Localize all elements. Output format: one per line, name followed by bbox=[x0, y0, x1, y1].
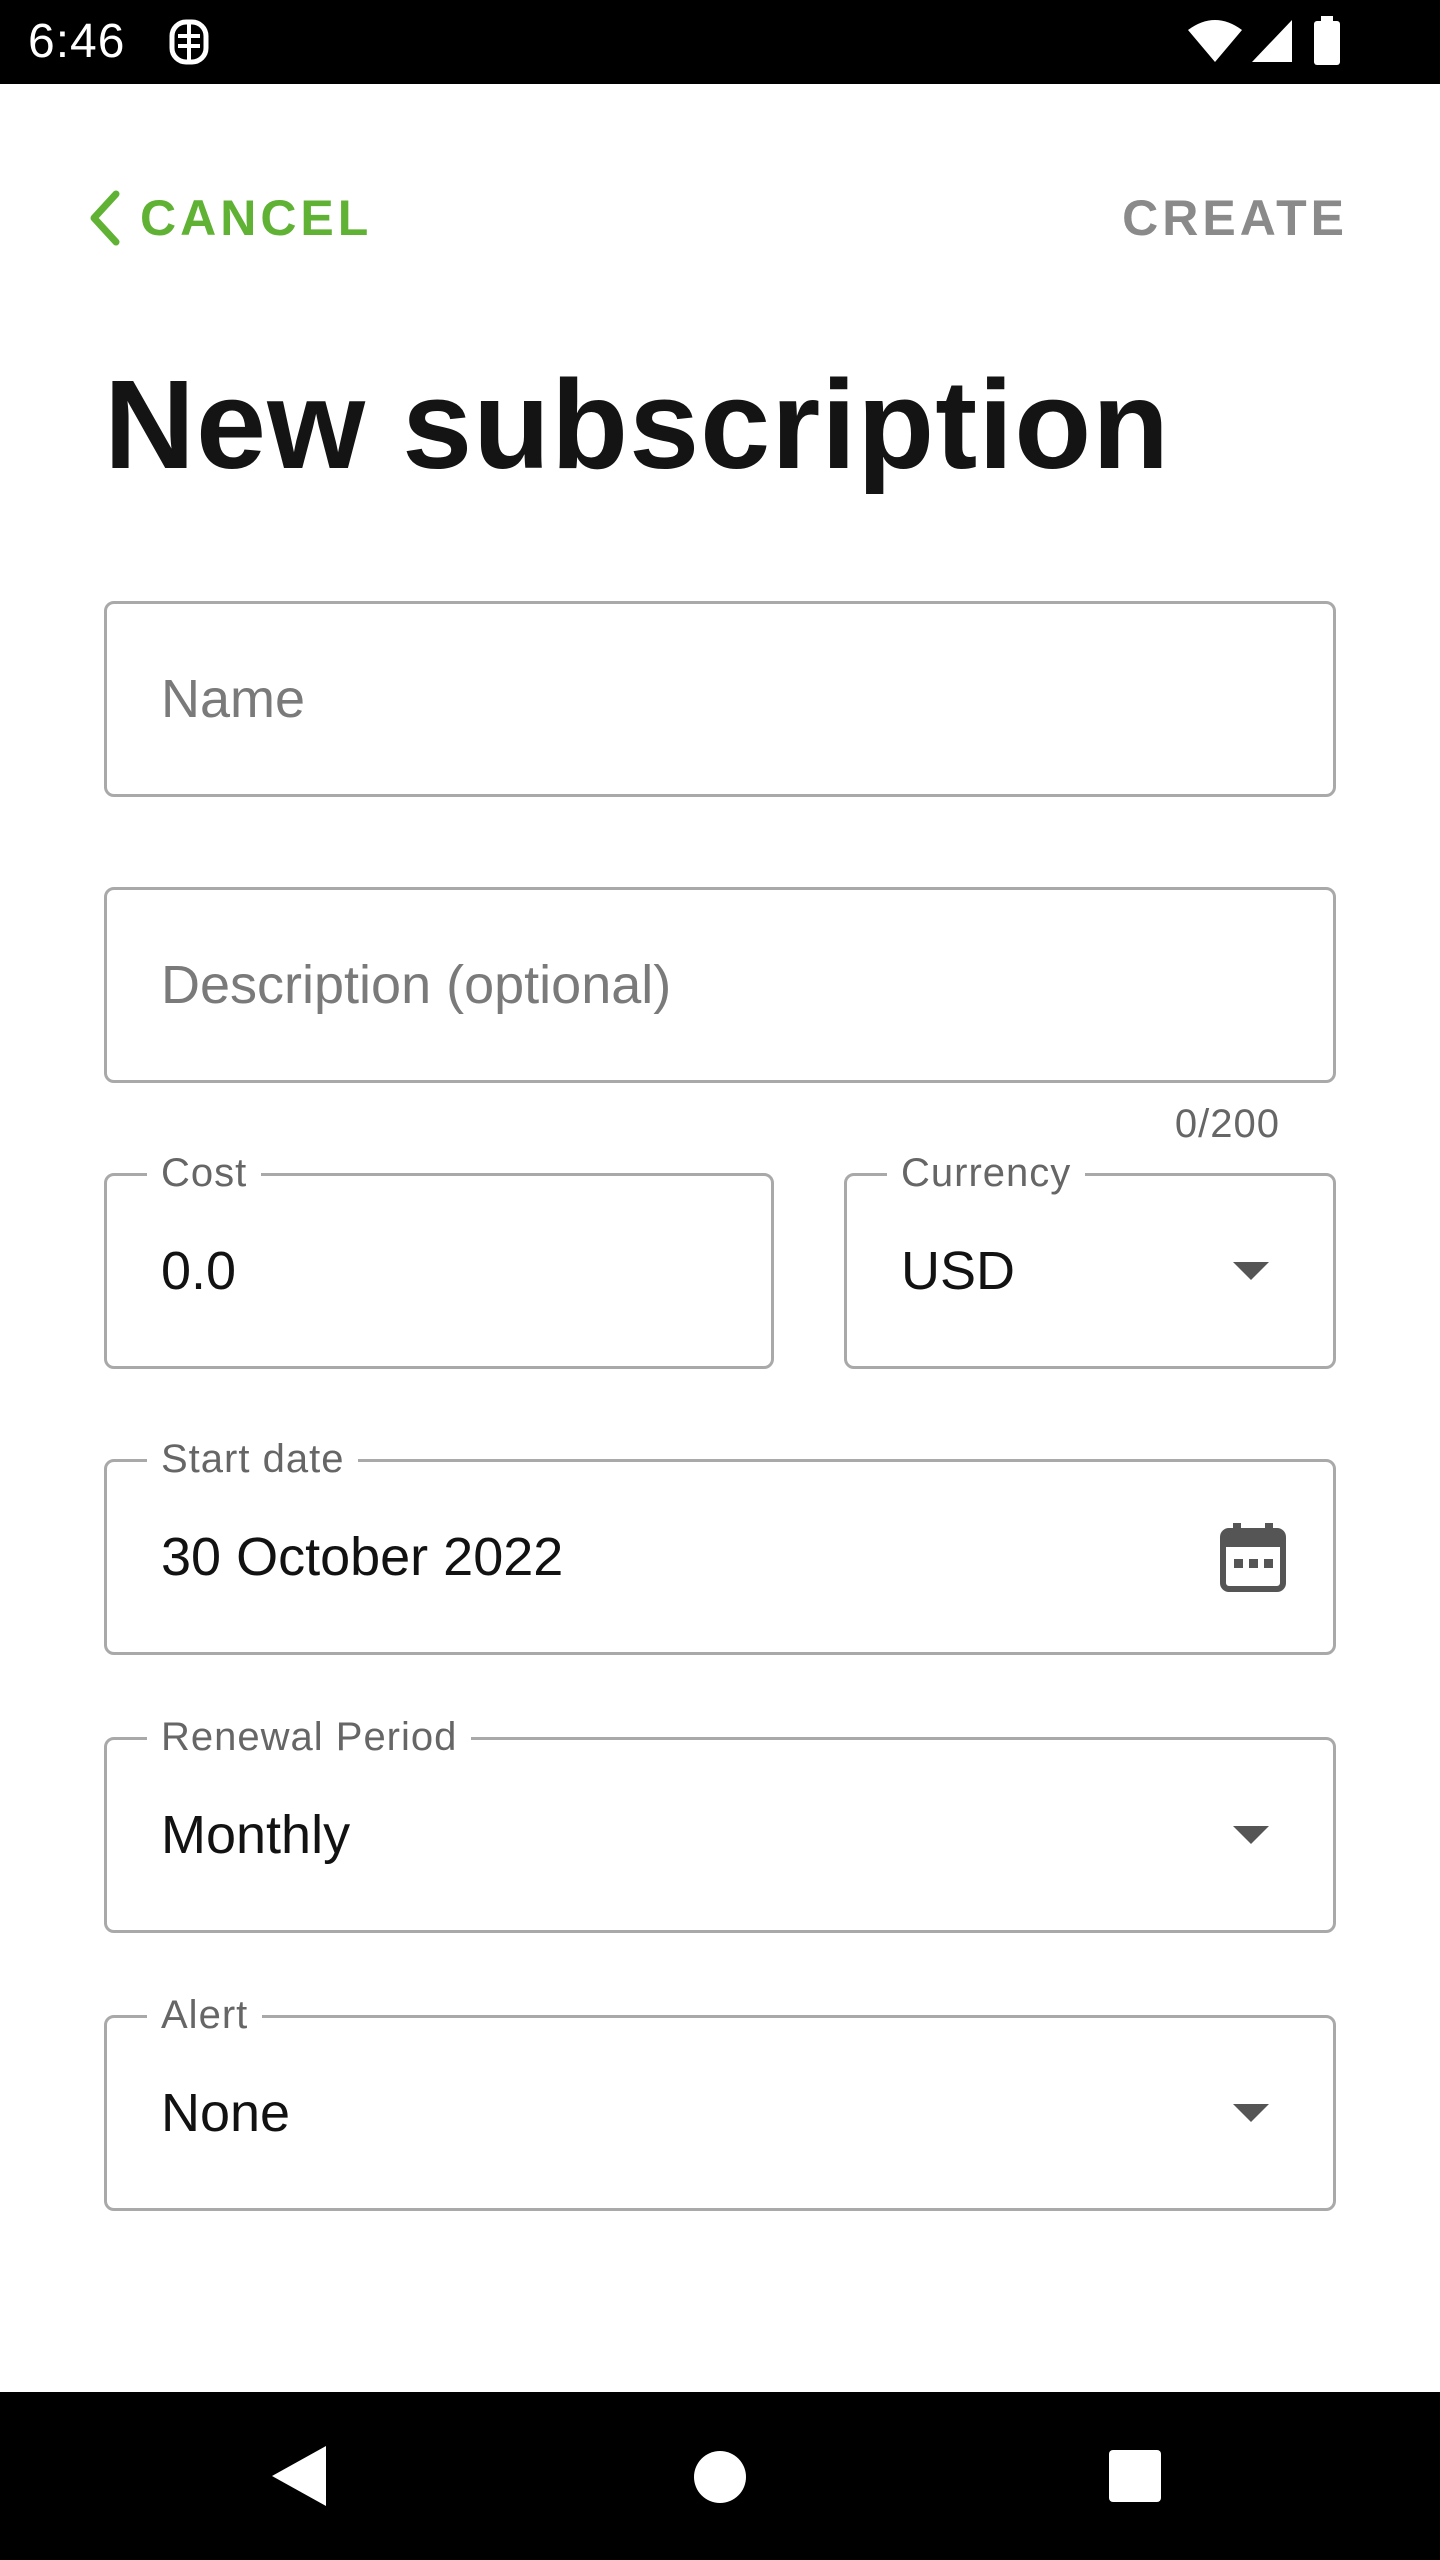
dropdown-arrow-icon bbox=[1233, 2104, 1269, 2122]
wifi-icon bbox=[1188, 20, 1242, 62]
start-date-field[interactable]: Start date 30 October 2022 bbox=[104, 1436, 1336, 1655]
description-field[interactable]: Description (optional) bbox=[104, 887, 1336, 1083]
create-button[interactable]: CREATE bbox=[1122, 180, 1348, 256]
renewal-period-value: Monthly bbox=[161, 1805, 351, 1865]
cost-field[interactable]: Cost 0.0 bbox=[104, 1150, 774, 1369]
cost-value: 0.0 bbox=[161, 1241, 237, 1301]
description-character-counter: 0/200 bbox=[1174, 1102, 1280, 1146]
renewal-period-dropdown[interactable]: Renewal Period Monthly bbox=[104, 1714, 1336, 1933]
cancel-button[interactable]: CANCEL bbox=[84, 180, 372, 256]
app-notification-icon bbox=[169, 19, 209, 65]
home-icon[interactable] bbox=[693, 2450, 747, 2504]
chevron-left-icon bbox=[90, 190, 120, 246]
alert-value: None bbox=[161, 2083, 291, 2143]
recents-icon[interactable] bbox=[1109, 2450, 1161, 2502]
navigation-bar bbox=[0, 2392, 1440, 2560]
dropdown-arrow-icon bbox=[1233, 1826, 1269, 1844]
currency-label: Currency bbox=[887, 1150, 1086, 1196]
currency-value: USD bbox=[901, 1241, 1016, 1301]
battery-icon bbox=[1314, 16, 1340, 65]
cost-label: Cost bbox=[147, 1150, 262, 1196]
status-bar: 6:46 bbox=[0, 0, 1440, 84]
status-time: 6:46 bbox=[28, 15, 126, 68]
currency-dropdown[interactable]: Currency USD bbox=[844, 1150, 1336, 1369]
start-date-value: 30 October 2022 bbox=[161, 1527, 564, 1587]
page-title: New subscription bbox=[104, 354, 1171, 495]
start-date-label: Start date bbox=[147, 1436, 359, 1482]
name-placeholder: Name bbox=[161, 669, 306, 729]
screen: 6:46 CANCEL CREATE New subscription Name… bbox=[0, 0, 1440, 2560]
calendar-icon[interactable] bbox=[1219, 1521, 1287, 1593]
cancel-label: CANCEL bbox=[140, 190, 373, 246]
name-field[interactable]: Name bbox=[104, 601, 1336, 797]
description-placeholder: Description (optional) bbox=[161, 955, 672, 1015]
dropdown-arrow-icon bbox=[1233, 1262, 1269, 1280]
cell-signal-icon bbox=[1252, 20, 1292, 62]
back-icon[interactable] bbox=[270, 2444, 328, 2508]
alert-label: Alert bbox=[147, 1992, 263, 2038]
alert-dropdown[interactable]: Alert None bbox=[104, 1992, 1336, 2211]
renewal-period-label: Renewal Period bbox=[147, 1714, 472, 1760]
